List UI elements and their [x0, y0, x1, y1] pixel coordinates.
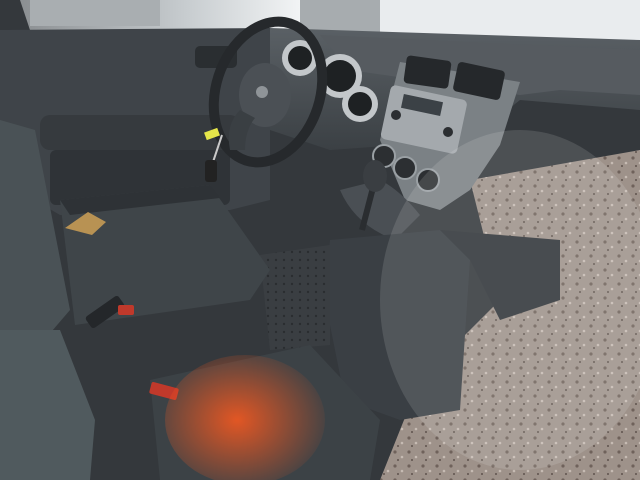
right-gauge	[348, 92, 372, 116]
temperature-knob[interactable]	[393, 156, 417, 180]
floor-mat	[260, 245, 330, 350]
car-interior-photo	[0, 0, 640, 480]
tuning-knob[interactable]	[443, 127, 453, 137]
gear-shift-knob[interactable]	[363, 160, 387, 192]
center-gauge	[324, 60, 356, 92]
seatbelt-buckle-release[interactable]	[118, 305, 134, 315]
outside-car-reflection	[30, 0, 160, 26]
key-fob	[205, 160, 217, 182]
orange-reflection-glare	[165, 355, 325, 480]
left-gauge	[288, 46, 312, 70]
steering-wheel-logo	[256, 86, 268, 98]
volume-knob[interactable]	[391, 110, 401, 120]
